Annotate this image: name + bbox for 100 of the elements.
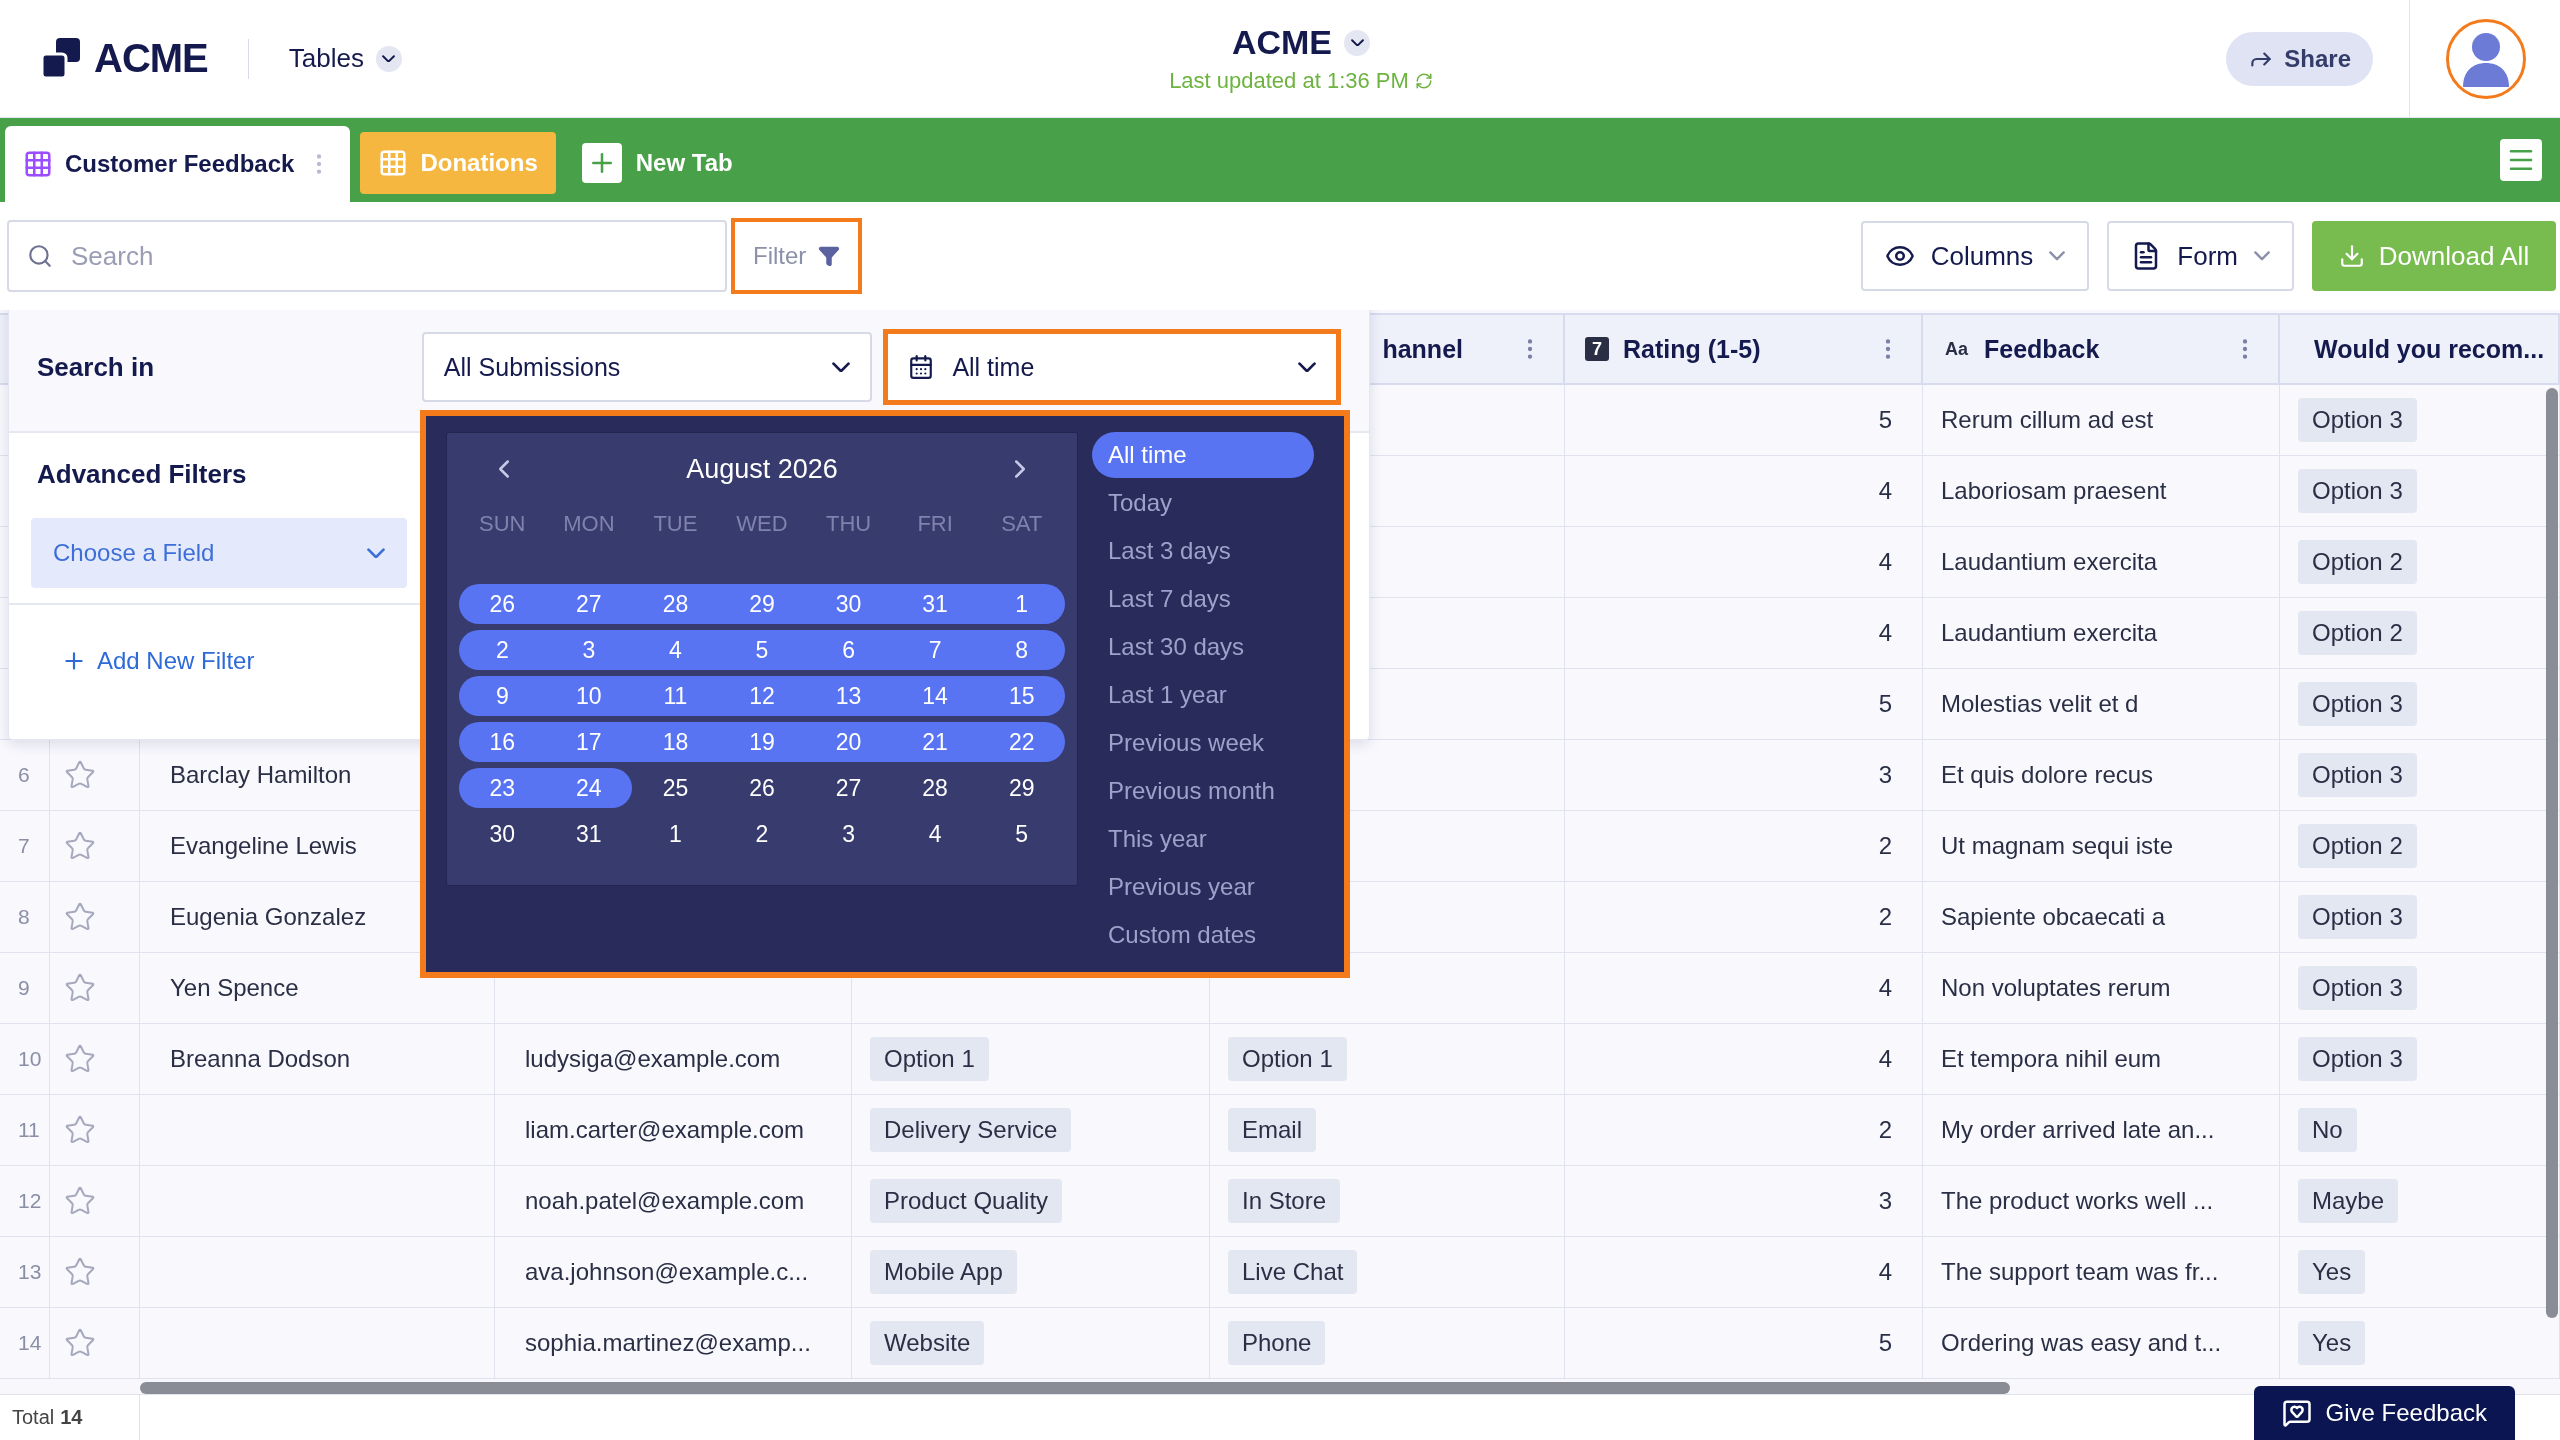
calendar-day[interactable]: 25 <box>632 768 719 808</box>
calendar-day[interactable]: 29 <box>718 584 806 624</box>
tables-dropdown[interactable]: Tables <box>288 43 402 74</box>
vertical-scrollbar[interactable] <box>2546 388 2558 1318</box>
star-icon[interactable] <box>64 759 96 791</box>
date-range-option[interactable]: Last 30 days <box>1092 624 1314 670</box>
calendar-day[interactable]: 18 <box>632 722 719 762</box>
calendar-day[interactable]: 27 <box>545 584 633 624</box>
date-range-option[interactable]: Today <box>1092 480 1314 526</box>
table-cell: Molestias velit et d <box>1941 690 2139 718</box>
date-range-option[interactable]: Last 7 days <box>1092 576 1314 622</box>
option-tag: Website <box>870 1321 985 1365</box>
feedback-icon <box>2281 1398 2312 1428</box>
date-range-option[interactable]: Last 3 days <box>1092 528 1314 574</box>
form-title-dropdown[interactable]: ACME <box>1231 23 1371 62</box>
date-range-option[interactable]: This year <box>1092 816 1314 862</box>
calendar-day[interactable]: 27 <box>805 768 892 808</box>
form-button[interactable]: Form <box>2107 221 2294 291</box>
column-header[interactable]: Would you recom... <box>2314 334 2545 364</box>
column-header[interactable]: Feedback <box>1984 334 2100 364</box>
star-icon[interactable] <box>64 1185 96 1217</box>
date-range-option[interactable]: Custom dates <box>1092 912 1314 958</box>
calendar-day[interactable]: 14 <box>891 676 979 716</box>
calendar-day[interactable]: 23 <box>459 768 546 808</box>
calendar-day[interactable]: 7 <box>891 630 979 670</box>
star-icon[interactable] <box>64 901 96 933</box>
row-number: 12 <box>18 1189 42 1213</box>
star-icon[interactable] <box>64 972 96 1004</box>
filter-button[interactable]: Filter <box>731 218 863 294</box>
weekday-label: WED <box>735 510 789 538</box>
calendar-day[interactable]: 4 <box>891 814 979 854</box>
star-icon[interactable] <box>64 1256 96 1288</box>
row-number: 9 <box>18 976 30 1000</box>
calendar-day[interactable]: 1 <box>632 814 719 854</box>
date-range-option[interactable]: All time <box>1092 432 1314 478</box>
calendar-day[interactable]: 30 <box>805 584 892 624</box>
calendar-day[interactable]: 31 <box>545 814 633 854</box>
date-range-option[interactable]: Previous week <box>1092 720 1314 766</box>
row-number: 6 <box>18 763 30 787</box>
calendar-day[interactable]: 24 <box>545 768 633 808</box>
star-icon[interactable] <box>64 1043 96 1075</box>
calendar-day[interactable]: 6 <box>805 630 892 670</box>
chevron-icon <box>2254 251 2270 261</box>
calendar-day[interactable]: 5 <box>718 630 806 670</box>
weekday-label: FRI <box>916 510 954 538</box>
search-field[interactable]: Search <box>7 220 727 292</box>
calendar-day[interactable]: 31 <box>891 584 979 624</box>
number-icon: 7 <box>1585 337 1609 361</box>
field-select[interactable]: Choose a Field <box>31 518 407 588</box>
menu-button[interactable] <box>2500 139 2542 181</box>
calendar-day[interactable]: 5 <box>978 814 1065 854</box>
calendar-day[interactable]: 12 <box>718 676 806 716</box>
star-icon[interactable] <box>64 1327 96 1359</box>
table-tab[interactable]: Customer Feedback <box>5 126 351 202</box>
calendar-day[interactable]: 11 <box>632 676 719 716</box>
date-range-option[interactable]: Last 1 year <box>1092 672 1314 718</box>
calendar-day[interactable]: 26 <box>459 584 546 624</box>
chevron-icon <box>2049 251 2066 261</box>
add-filter-link[interactable]: Add New Filter <box>61 647 255 675</box>
calendar-day[interactable]: 2 <box>459 630 546 670</box>
calendar-day[interactable]: 10 <box>545 676 633 716</box>
submissions-select[interactable]: All Submissions <box>421 332 872 402</box>
column-header[interactable]: Rating (1-5) <box>1623 334 1761 364</box>
calendar-day[interactable]: 21 <box>891 722 979 762</box>
calendar-day[interactable]: 9 <box>459 676 546 716</box>
new-tab-button[interactable]: New Tab <box>575 132 739 194</box>
table-cell: Laudantium exercita <box>1941 548 2158 576</box>
calendar-day[interactable]: 8 <box>978 630 1065 670</box>
calendar-day[interactable]: 19 <box>718 722 806 762</box>
give-feedback-button[interactable]: Give Feedback <box>2253 1386 2515 1440</box>
calendar-day[interactable]: 16 <box>459 722 546 762</box>
calendar-day[interactable]: 17 <box>545 722 633 762</box>
option-tag: In Store <box>1228 1179 1341 1223</box>
calendar-day[interactable]: 15 <box>978 676 1065 716</box>
columns-button[interactable]: Columns <box>1860 221 2090 291</box>
calendar-day[interactable]: 30 <box>459 814 546 854</box>
weekday-label: MON <box>562 510 616 538</box>
calendar-day[interactable]: 22 <box>978 722 1065 762</box>
calendar-day[interactable]: 2 <box>718 814 806 854</box>
calendar-day[interactable]: 3 <box>805 814 892 854</box>
calendar-day[interactable]: 26 <box>718 768 806 808</box>
date-range-select[interactable]: All time <box>883 329 1341 405</box>
calendar-day[interactable]: 28 <box>891 768 979 808</box>
refresh-icon[interactable] <box>1414 72 1433 90</box>
star-icon[interactable] <box>64 830 96 862</box>
calendar-day[interactable]: 20 <box>805 722 892 762</box>
share-button[interactable]: Share <box>2226 31 2373 86</box>
date-range-option[interactable]: Previous month <box>1092 768 1314 814</box>
calendar-day[interactable]: 3 <box>545 630 633 670</box>
calendar-day[interactable]: 29 <box>978 768 1065 808</box>
table-cell: Laboriosam praesent <box>1941 477 2167 505</box>
column-header[interactable]: hannel <box>1382 334 1463 364</box>
calendar-day[interactable]: 28 <box>632 584 719 624</box>
option-tag: Option 3 <box>2298 966 2417 1010</box>
calendar-day[interactable]: 13 <box>805 676 892 716</box>
calendar-day[interactable]: 1 <box>978 584 1065 624</box>
star-icon[interactable] <box>64 1114 96 1146</box>
horizontal-scrollbar[interactable] <box>140 1382 2010 1394</box>
date-range-option[interactable]: Previous year <box>1092 864 1314 910</box>
calendar-day[interactable]: 4 <box>632 630 719 670</box>
